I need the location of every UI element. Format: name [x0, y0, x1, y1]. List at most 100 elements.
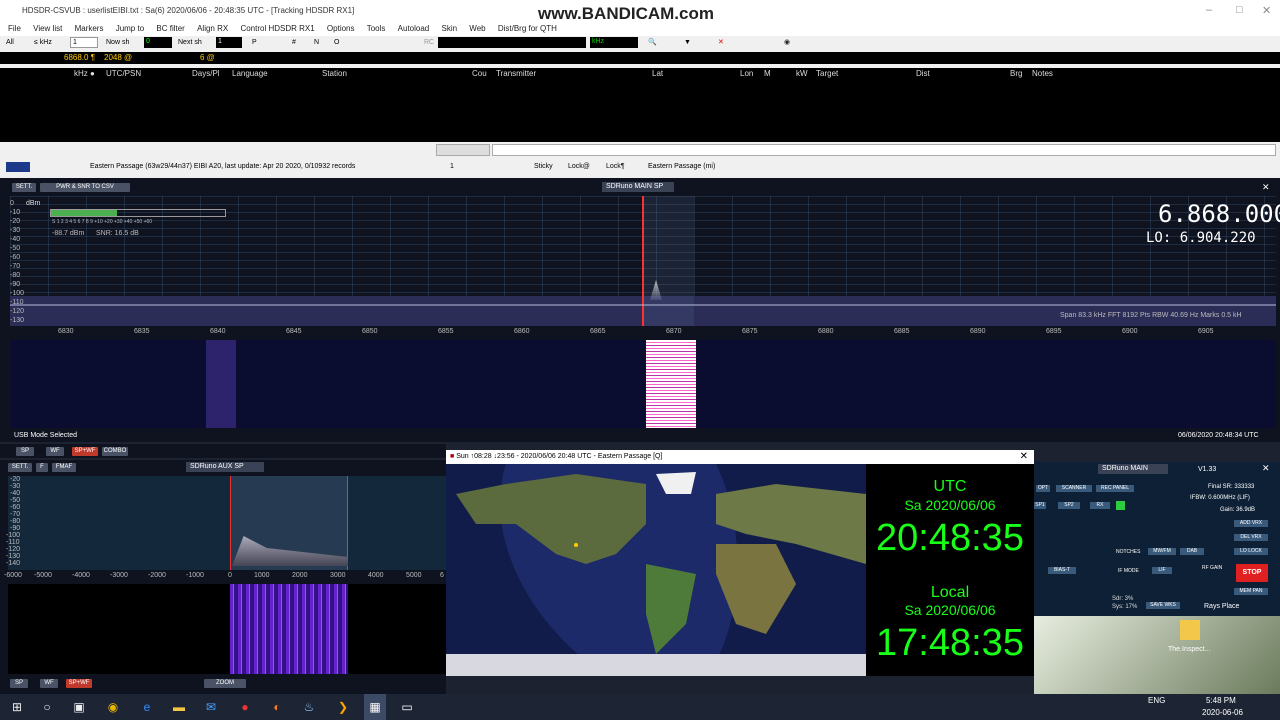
menu-skin[interactable]: Skin	[441, 22, 457, 36]
aux-wf-button[interactable]: WF	[40, 679, 58, 688]
menu-view-list[interactable]: View list	[33, 22, 62, 36]
sp2-button[interactable]: SP2	[1058, 502, 1080, 509]
firefox-icon[interactable]: ◐	[266, 694, 288, 720]
desktop-icon-label[interactable]: The.Inspect...	[1168, 646, 1210, 653]
spwf-button[interactable]: SP+WF	[72, 447, 98, 456]
clock-date[interactable]: 2020-06-06	[1202, 708, 1243, 717]
paste-buttons[interactable]	[436, 144, 490, 156]
col-lat[interactable]: Lat	[652, 68, 663, 80]
menu-tools[interactable]: Tools	[367, 22, 386, 36]
rx-button[interactable]: RX	[1090, 502, 1110, 509]
station-list[interactable]	[0, 80, 1280, 142]
next-checkbox[interactable]: Next sh	[178, 36, 202, 50]
col-lon[interactable]: Lon	[740, 68, 753, 80]
hash-radio[interactable]: #	[292, 36, 296, 50]
lo-frequency[interactable]: LO: 6.904.220	[1146, 230, 1256, 246]
mw-fm-button[interactable]: MW/FM	[1148, 548, 1176, 555]
mem-pan-button[interactable]: MEM PAN	[1234, 588, 1268, 595]
task-view-icon[interactable]: ▣	[68, 694, 90, 720]
menu-dist[interactable]: Dist/Brg for QTH	[498, 22, 557, 36]
menu-autoload[interactable]: Autoload	[398, 22, 430, 36]
menu-web[interactable]: Web	[469, 22, 485, 36]
khz-radio[interactable]: ≤ kHz	[34, 36, 52, 50]
search-icon[interactable]: ○	[36, 694, 58, 720]
close-icon[interactable]: ✕	[1262, 182, 1270, 193]
aux-sett-button[interactable]: SETT.	[8, 463, 32, 472]
col-dist[interactable]: Dist	[916, 68, 930, 80]
del-vrx-button[interactable]: DEL VRX	[1234, 534, 1268, 541]
lif-button[interactable]: LIF	[1152, 567, 1172, 574]
aux-waterfall[interactable]	[8, 584, 446, 674]
stop-button[interactable]: STOP	[1236, 564, 1268, 582]
rec-panel-button[interactable]: REC PANEL	[1096, 485, 1134, 492]
aux-spectrum[interactable]	[8, 476, 446, 570]
edge-icon[interactable]: e	[136, 694, 158, 720]
close-icon[interactable]: ✕	[1020, 450, 1028, 464]
col-transmitter[interactable]: Transmitter	[496, 68, 536, 80]
col-country[interactable]: Cou	[472, 68, 487, 80]
steam-icon[interactable]: ♨	[298, 694, 320, 720]
pwr-csv-button[interactable]: PWR & SNR TO CSV	[40, 183, 130, 192]
n-radio[interactable]: N	[314, 36, 319, 50]
col-brg[interactable]: Brg	[1010, 68, 1022, 80]
save-wks-button[interactable]: SAVE WKS	[1146, 602, 1180, 609]
sdr-app-icon[interactable]: ▦	[364, 694, 386, 720]
col-target[interactable]: Target	[816, 68, 838, 80]
waterfall[interactable]	[10, 340, 1276, 428]
menu-control[interactable]: Control HDSDR RX1	[240, 22, 314, 36]
mail-icon[interactable]: ✉	[200, 694, 222, 720]
col-utc[interactable]: UTC/PSN	[106, 68, 141, 80]
sp1-button[interactable]: SP1	[1034, 502, 1046, 509]
menu-file[interactable]: File	[8, 22, 21, 36]
filter-input[interactable]	[438, 37, 586, 48]
col-days[interactable]: Days/Pl	[192, 68, 220, 80]
start-icon[interactable]: ⊞	[6, 694, 28, 720]
zoom-control[interactable]: ZOOM	[204, 679, 246, 688]
clock-time[interactable]: 5:48 PM	[1206, 696, 1236, 705]
lock2-checkbox[interactable]: Lock¶	[606, 160, 625, 174]
bias-t-button[interactable]: BIAS-T	[1048, 567, 1076, 574]
lock-checkbox[interactable]: Lock@	[568, 160, 590, 174]
col-notes[interactable]: Notes	[1032, 68, 1053, 80]
aux-spwf-button[interactable]: SP+WF	[66, 679, 92, 688]
window-app-icon[interactable]: ▭	[396, 694, 418, 720]
next-select[interactable]: 1	[216, 37, 242, 48]
p-radio[interactable]: P	[252, 36, 257, 50]
settings-icon[interactable]: ◉	[784, 36, 790, 50]
close-icon[interactable]: ✕	[1262, 463, 1270, 474]
combo-button[interactable]: COMBO	[102, 447, 128, 456]
clear-icon[interactable]: ✕	[718, 36, 724, 50]
filter-icon[interactable]: ▼	[684, 36, 691, 50]
aux-fmaf-button[interactable]: FMAF	[52, 463, 76, 472]
arrow-app-icon[interactable]: ❯	[332, 694, 354, 720]
language-indicator[interactable]: ENG	[1148, 696, 1165, 705]
menu-markers[interactable]: Markers	[75, 22, 104, 36]
now-select[interactable]: 0	[144, 37, 172, 48]
sp-button[interactable]: SP	[16, 447, 34, 456]
scanner-button[interactable]: SCANNER	[1056, 485, 1092, 492]
all-radio[interactable]: All	[6, 36, 14, 50]
vfo-frequency[interactable]: 6.868.000	[1158, 200, 1280, 228]
menu-align-rx[interactable]: Align RX	[197, 22, 228, 36]
aux-f-button[interactable]: F	[36, 463, 48, 472]
opt-button[interactable]: OPT	[1036, 485, 1050, 492]
now-checkbox[interactable]: Now sh	[106, 36, 129, 50]
menu-jump-to[interactable]: Jump to	[116, 22, 144, 36]
maximize-icon[interactable]: □	[1236, 4, 1243, 16]
khz-select[interactable]: 1	[70, 37, 98, 48]
menu-bc-filter[interactable]: BC filter	[156, 22, 184, 36]
unit-select[interactable]: kHz	[590, 37, 638, 48]
col-m[interactable]: M	[764, 68, 771, 80]
filter-passband[interactable]	[644, 196, 694, 326]
col-kw[interactable]: kW	[796, 68, 808, 80]
record-icon[interactable]: ●	[234, 694, 256, 720]
col-language[interactable]: Language	[232, 68, 268, 80]
menu-options[interactable]: Options	[327, 22, 355, 36]
o-radio[interactable]: O	[334, 36, 339, 50]
aux-sp-button[interactable]: SP	[10, 679, 28, 688]
lo-lock-button[interactable]: LO LOCK	[1234, 548, 1268, 555]
explorer-icon[interactable]: ▬	[168, 694, 190, 720]
search-icon[interactable]: 🔍	[648, 36, 657, 50]
add-vrx-button[interactable]: ADD VRX	[1234, 520, 1268, 527]
dab-button[interactable]: DAB	[1180, 548, 1204, 555]
